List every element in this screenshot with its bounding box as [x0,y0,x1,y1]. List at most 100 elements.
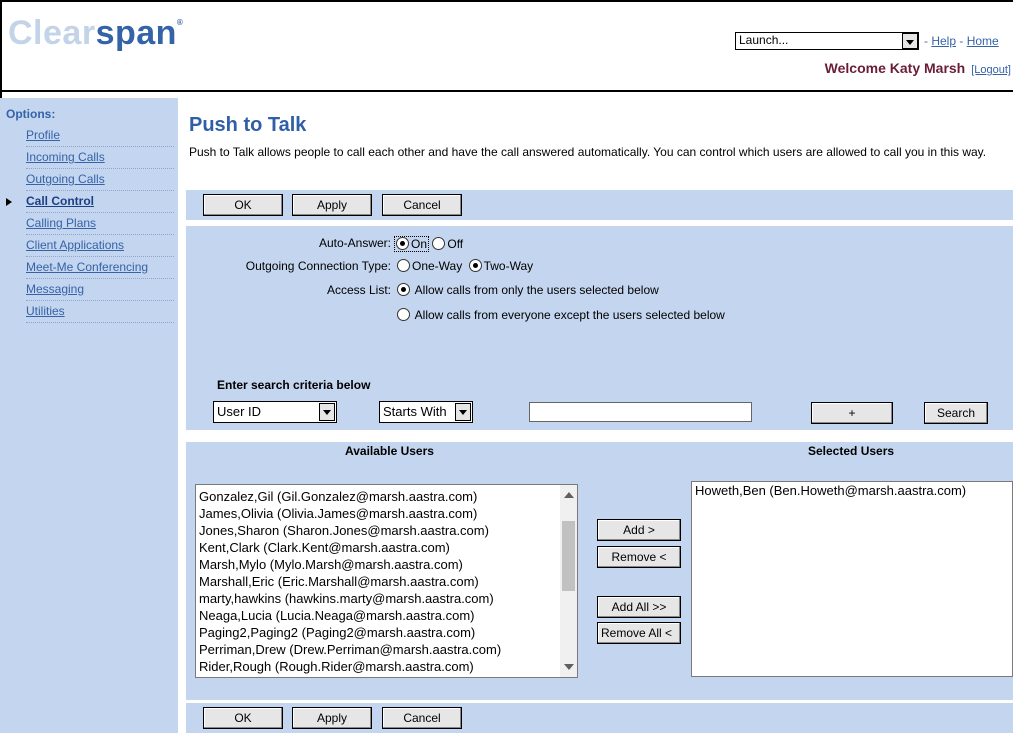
access-only-option[interactable]: Allow calls from only the users selected… [397,283,659,297]
page-description: Push to Talk allows people to call each … [189,145,987,159]
sidebar: Options: Profile Incoming Calls Outgoing… [0,98,178,733]
available-users-scrollbar[interactable] [560,485,577,677]
available-user-option[interactable]: Marshall,Eric (Eric.Marshall@marsh.aastr… [196,573,577,590]
sidebar-item-messaging[interactable]: Messaging [26,279,174,301]
logo-text-clear: Clear [8,14,96,52]
selected-user-option[interactable]: Howeth,Ben (Ben.Howeth@marsh.aastra.com) [692,482,1012,499]
scrollbar-thumb[interactable] [562,521,575,591]
sidebar-title: Options: [6,107,56,121]
add-all-button[interactable]: Add All >> [597,596,681,618]
apply-button-bottom[interactable]: Apply [292,707,372,729]
welcome-message: Welcome Katy Marsh [Logout] [825,60,1011,76]
launch-dropdown-arrow[interactable] [900,33,918,49]
auto-answer-options: On Off [394,236,463,252]
available-user-option[interactable]: marty,hawkins (hawkins.marty@marsh.aastr… [196,590,577,607]
available-user-option[interactable]: Kent,Clark (Clark.Kent@marsh.aastra.com) [196,539,577,556]
header-divider [0,90,1013,92]
one-way-radio[interactable] [397,259,410,272]
add-button[interactable]: Add > [597,519,681,541]
home-link[interactable]: Home [967,34,999,48]
sidebar-item-label[interactable]: Messaging [26,282,84,296]
apply-button[interactable]: Apply [292,194,372,216]
sidebar-nav: Profile Incoming Calls Outgoing Calls Ca… [6,125,174,323]
sidebar-item-label[interactable]: Call Control [26,194,94,208]
search-row: User ID Starts With + Search [186,394,1013,430]
search-mode-select[interactable]: Starts With [379,401,473,423]
chevron-down-icon[interactable] [455,403,471,421]
available-users-list[interactable]: Gonzalez,Gil (Gil.Gonzalez@marsh.aastra.… [195,484,578,678]
logo-text-span: span [95,14,177,52]
sidebar-item-client-applications[interactable]: Client Applications [26,235,174,257]
chevron-down-icon[interactable] [319,403,335,421]
access-except-radio[interactable] [397,308,410,321]
ok-button-bottom[interactable]: OK [203,707,283,729]
auto-answer-on-radio[interactable] [396,237,409,250]
sidebar-item-incoming-calls[interactable]: Incoming Calls [26,147,174,169]
header: Clearspan® Launch... - Help - Home Welco… [0,0,1013,92]
sidebar-item-label[interactable]: Calling Plans [26,216,96,230]
access-except-label: Allow calls from everyone except the use… [414,308,725,322]
logo-registered-mark: ® [176,18,184,27]
sidebar-item-meet-me-conferencing[interactable]: Meet-Me Conferencing [26,257,174,279]
sidebar-item-outgoing-calls[interactable]: Outgoing Calls [26,169,174,191]
search-field-select[interactable]: User ID [213,401,337,423]
scroll-up-icon[interactable] [564,492,574,498]
access-except-option[interactable]: Allow calls from everyone except the use… [397,308,725,322]
sidebar-item-profile[interactable]: Profile [26,125,174,147]
connection-type-options: One-Way Two-Way [397,259,533,273]
sidebar-item-label[interactable]: Outgoing Calls [26,172,105,186]
link-separator: - [959,34,964,48]
two-way-radio[interactable] [468,259,482,272]
sidebar-item-utilities[interactable]: Utilities [26,301,174,323]
available-user-option[interactable]: Rider,Rough (Rough.Rider@marsh.aastra.co… [196,658,577,675]
available-user-option[interactable]: James,Olivia (Olivia.James@marsh.aastra.… [196,505,577,522]
cancel-button-bottom[interactable]: Cancel [382,707,462,729]
selected-users-list[interactable]: Howeth,Ben (Ben.Howeth@marsh.aastra.com) [691,481,1013,677]
scroll-down-icon[interactable] [564,664,574,670]
add-criteria-button[interactable]: + [811,402,893,424]
available-user-option[interactable]: Perriman,Drew (Drew.Perriman@marsh.aastr… [196,641,577,658]
logout-link[interactable]: [Logout] [971,64,1011,76]
sidebar-item-label[interactable]: Meet-Me Conferencing [26,260,148,274]
page-title: Push to Talk [189,114,307,136]
sidebar-item-calling-plans[interactable]: Calling Plans [26,213,174,235]
main-content: Push to Talk Push to Talk allows people … [186,98,1013,733]
help-link[interactable]: Help [931,34,956,48]
ok-button[interactable]: OK [203,194,283,216]
available-user-option[interactable]: Gonzalez,Gil (Gil.Gonzalez@marsh.aastra.… [196,488,577,505]
auto-answer-off-option[interactable]: Off [432,237,463,251]
launch-select[interactable]: Launch... [735,32,919,50]
link-separator: - [924,34,928,48]
top-button-bar: OK Apply Cancel [186,190,1013,220]
remove-button[interactable]: Remove < [597,546,681,568]
access-list-label: Access List: [326,283,391,297]
sidebar-item-call-control[interactable]: Call Control [6,191,174,213]
remove-all-button[interactable]: Remove All < [597,622,681,644]
available-user-option[interactable]: Neaga,Lucia (Lucia.Neaga@marsh.aastra.co… [196,607,577,624]
search-input[interactable] [529,402,752,422]
main-panel: Push to Talk Push to Talk allows people … [186,98,1013,733]
auto-answer-off-radio[interactable] [432,237,446,250]
sidebar-item-label[interactable]: Profile [26,128,60,142]
access-only-radio[interactable] [397,283,410,296]
auto-answer-label: Auto-Answer: [318,236,391,250]
search-title: Enter search criteria below [217,378,371,392]
sidebar-item-label[interactable]: Utilities [26,304,65,318]
search-header: Enter search criteria below [186,376,1013,394]
auto-answer-off-label: Off [447,237,464,251]
sidebar-item-label[interactable]: Client Applications [26,238,124,252]
access-only-label: Allow calls from only the users selected… [414,283,659,297]
two-way-label: Two-Way [483,259,534,273]
available-user-option[interactable]: Jones,Sharon (Sharon.Jones@marsh.aastra.… [196,522,577,539]
top-links: - Help - Home [924,34,999,48]
auto-answer-on-option[interactable]: On [394,236,430,252]
available-user-option[interactable]: Marsh,Mylo (Mylo.Marsh@marsh.aastra.com) [196,556,577,573]
available-user-option[interactable]: Paging2,Paging2 (Paging2@marsh.aastra.co… [196,624,577,641]
bottom-button-bar: OK Apply Cancel [186,703,1013,733]
cancel-button[interactable]: Cancel [382,194,462,216]
connection-type-label: Outgoing Connection Type: [245,259,391,273]
available-users-title: Available Users [345,444,434,458]
sidebar-item-label[interactable]: Incoming Calls [26,150,105,164]
search-button[interactable]: Search [924,402,988,424]
user-lists: Gonzalez,Gil (Gil.Gonzalez@marsh.aastra.… [186,460,1013,700]
